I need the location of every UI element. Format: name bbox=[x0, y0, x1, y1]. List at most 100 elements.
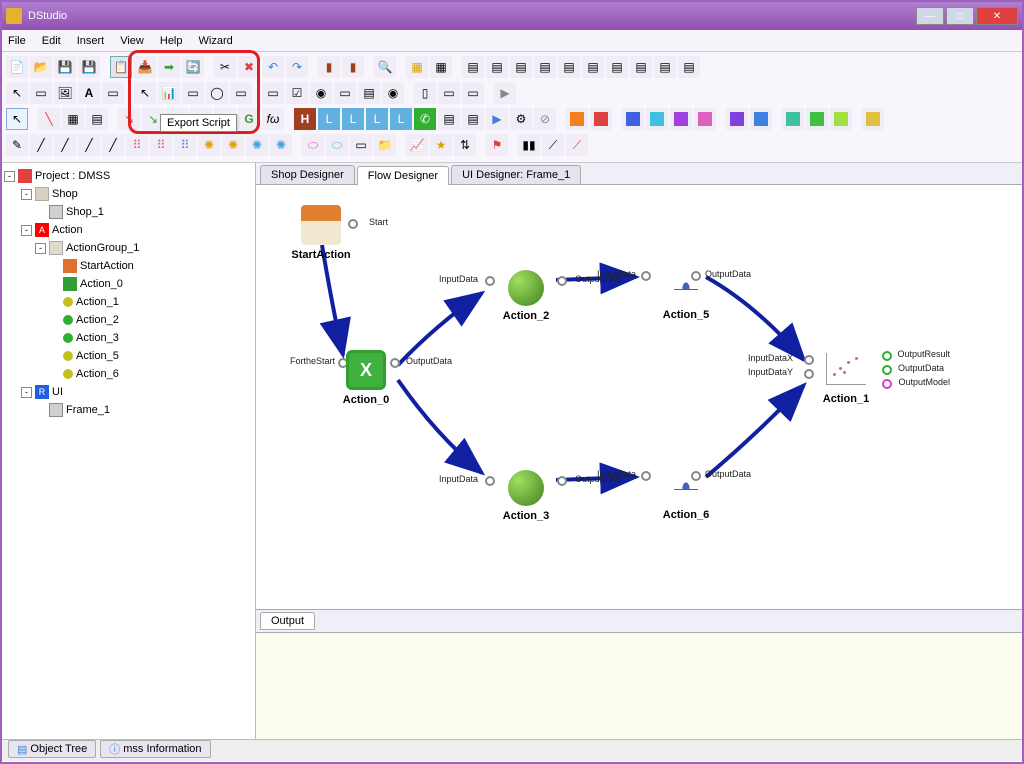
tab-ui-designer[interactable]: UI Designer: Frame_1 bbox=[451, 165, 581, 184]
pill-cyan-icon[interactable]: ⬭ bbox=[326, 134, 348, 156]
list-icon[interactable]: ▤ bbox=[358, 82, 380, 104]
phone-icon[interactable]: ✆ bbox=[414, 108, 436, 130]
align-mid-icon[interactable]: ▤ bbox=[558, 56, 580, 78]
port-outresult[interactable] bbox=[882, 351, 892, 361]
c-chart-icon[interactable] bbox=[862, 108, 884, 130]
dist-v-icon[interactable]: ▤ bbox=[630, 56, 652, 78]
open-icon[interactable]: 📂 bbox=[30, 56, 52, 78]
l1-icon[interactable]: L bbox=[318, 108, 340, 130]
l3-icon[interactable]: L bbox=[366, 108, 388, 130]
gradient-icon[interactable]: ▭ bbox=[350, 134, 372, 156]
tab-icon[interactable]: ▭ bbox=[462, 82, 484, 104]
port-in[interactable] bbox=[641, 271, 651, 281]
port-start[interactable] bbox=[348, 219, 358, 229]
radio-icon[interactable]: ◉ bbox=[310, 82, 332, 104]
align-bot-icon[interactable]: ▤ bbox=[582, 56, 604, 78]
c-green-icon[interactable] bbox=[806, 108, 828, 130]
export-icon[interactable]: ➡ bbox=[158, 56, 180, 78]
pointer3-icon[interactable]: ↖ bbox=[6, 108, 28, 130]
pointer-icon[interactable]: ↖ bbox=[6, 82, 28, 104]
burst4-icon[interactable]: ✺ bbox=[270, 134, 292, 156]
bars-icon[interactable]: ▮▮ bbox=[518, 134, 540, 156]
tree-action[interactable]: -AAction bbox=[4, 221, 253, 239]
tab-flow-designer[interactable]: Flow Designer bbox=[357, 166, 449, 185]
book1-icon[interactable]: ▮ bbox=[318, 56, 340, 78]
menu-insert[interactable]: Insert bbox=[77, 35, 105, 47]
doc-icon[interactable]: ▤ bbox=[438, 108, 460, 130]
grid2-icon[interactable]: ▦ bbox=[430, 56, 452, 78]
tree-action0[interactable]: Action_0 bbox=[4, 275, 253, 293]
port-outmodel[interactable] bbox=[882, 379, 892, 389]
port-out[interactable] bbox=[390, 358, 400, 368]
g-icon[interactable]: G bbox=[238, 108, 260, 130]
c-pink-icon[interactable] bbox=[694, 108, 716, 130]
split-h-icon[interactable]: ▭ bbox=[438, 82, 460, 104]
pill-pink-icon[interactable]: ⬭ bbox=[302, 134, 324, 156]
line4-icon[interactable]: ╱ bbox=[102, 134, 124, 156]
port-out[interactable] bbox=[691, 271, 701, 281]
titlebar[interactable]: DStudio — □ ✕ bbox=[2, 2, 1022, 30]
node-action1[interactable]: InputDataX InputDataY OutputResult Outpu… bbox=[796, 353, 896, 405]
tree-root[interactable]: -Project : DMSS bbox=[4, 167, 253, 185]
l4-icon[interactable]: L bbox=[390, 108, 412, 130]
flag-icon[interactable]: ⚑ bbox=[486, 134, 508, 156]
book2-icon[interactable]: ▮ bbox=[342, 56, 364, 78]
stop-icon[interactable]: ⊘ bbox=[534, 108, 556, 130]
tree-action1[interactable]: Action_1 bbox=[4, 293, 253, 311]
circle-icon[interactable]: ◯ bbox=[206, 82, 228, 104]
burst2-icon[interactable]: ✺ bbox=[222, 134, 244, 156]
chart2-icon[interactable]: 📈 bbox=[406, 134, 428, 156]
tree-action2[interactable]: Action_2 bbox=[4, 311, 253, 329]
fx-icon[interactable]: fω bbox=[262, 108, 284, 130]
port-in[interactable] bbox=[485, 476, 495, 486]
brush-icon[interactable]: ✎ bbox=[6, 134, 28, 156]
c-teal-icon[interactable] bbox=[782, 108, 804, 130]
burst1-icon[interactable]: ✺ bbox=[198, 134, 220, 156]
align-top-icon[interactable]: ▤ bbox=[534, 56, 556, 78]
l2-icon[interactable]: L bbox=[342, 108, 364, 130]
tab-shop-designer[interactable]: Shop Designer bbox=[260, 165, 355, 184]
node-action3[interactable]: InputData OutputData Action_3 bbox=[481, 470, 571, 522]
tree-shop1[interactable]: Shop_1 bbox=[4, 203, 253, 221]
port-out[interactable] bbox=[557, 476, 567, 486]
split-v-icon[interactable]: ▯ bbox=[414, 82, 436, 104]
seq-icon[interactable]: ▤ bbox=[86, 108, 108, 130]
refresh-icon[interactable]: 🔄 bbox=[182, 56, 204, 78]
dist-h-icon[interactable]: ▤ bbox=[606, 56, 628, 78]
undo-icon[interactable]: ↶ bbox=[262, 56, 284, 78]
check-icon[interactable]: ☑ bbox=[286, 82, 308, 104]
new-icon[interactable]: 📄 bbox=[6, 56, 28, 78]
dots3-icon[interactable]: ⠿ bbox=[174, 134, 196, 156]
combo-icon[interactable]: ▭ bbox=[334, 82, 356, 104]
node-action6[interactable]: InputData OutputData Action_6 bbox=[641, 465, 731, 521]
tree-ui[interactable]: -RUI bbox=[4, 383, 253, 401]
node-action5[interactable]: InputData OutputData Action_5 bbox=[641, 265, 731, 321]
btn-icon[interactable]: ▭ bbox=[262, 82, 284, 104]
menu-file[interactable]: File bbox=[8, 35, 26, 47]
redo-icon[interactable]: ↷ bbox=[286, 56, 308, 78]
rect-icon[interactable]: ▭ bbox=[30, 82, 52, 104]
node-startaction[interactable]: Start StartAction bbox=[276, 205, 366, 261]
node-action2[interactable]: InputData OutputData Action_2 bbox=[481, 270, 571, 322]
align-right-icon[interactable]: ▤ bbox=[510, 56, 532, 78]
node-action0[interactable]: FortheStart OutputData Action_0 bbox=[316, 350, 416, 406]
tree-action6[interactable]: Action_6 bbox=[4, 365, 253, 383]
shapes-icon[interactable]: ▦ bbox=[62, 108, 84, 130]
dots1-icon[interactable]: ⠿ bbox=[126, 134, 148, 156]
c-cyan-icon[interactable] bbox=[646, 108, 668, 130]
save-icon[interactable]: 💾 bbox=[54, 56, 76, 78]
bottom-tab-object-tree[interactable]: ▤Object Tree bbox=[8, 740, 96, 758]
label-icon[interactable]: ▭ bbox=[230, 82, 252, 104]
import-icon[interactable]: 📥 bbox=[134, 56, 156, 78]
zoom-icon[interactable]: 🔍 bbox=[374, 56, 396, 78]
folder-icon[interactable]: 📁 bbox=[374, 134, 396, 156]
c-blue2-icon[interactable] bbox=[750, 108, 772, 130]
export-script-icon[interactable]: 📋 bbox=[110, 56, 132, 78]
tree-shop[interactable]: -Shop bbox=[4, 185, 253, 203]
text-icon[interactable]: A bbox=[78, 82, 100, 104]
port-in[interactable] bbox=[641, 471, 651, 481]
delete-icon[interactable]: ✖ bbox=[238, 56, 260, 78]
arrow-red-icon[interactable]: ↘ bbox=[118, 108, 140, 130]
port-out[interactable] bbox=[691, 471, 701, 481]
close-button[interactable]: ✕ bbox=[976, 7, 1018, 25]
